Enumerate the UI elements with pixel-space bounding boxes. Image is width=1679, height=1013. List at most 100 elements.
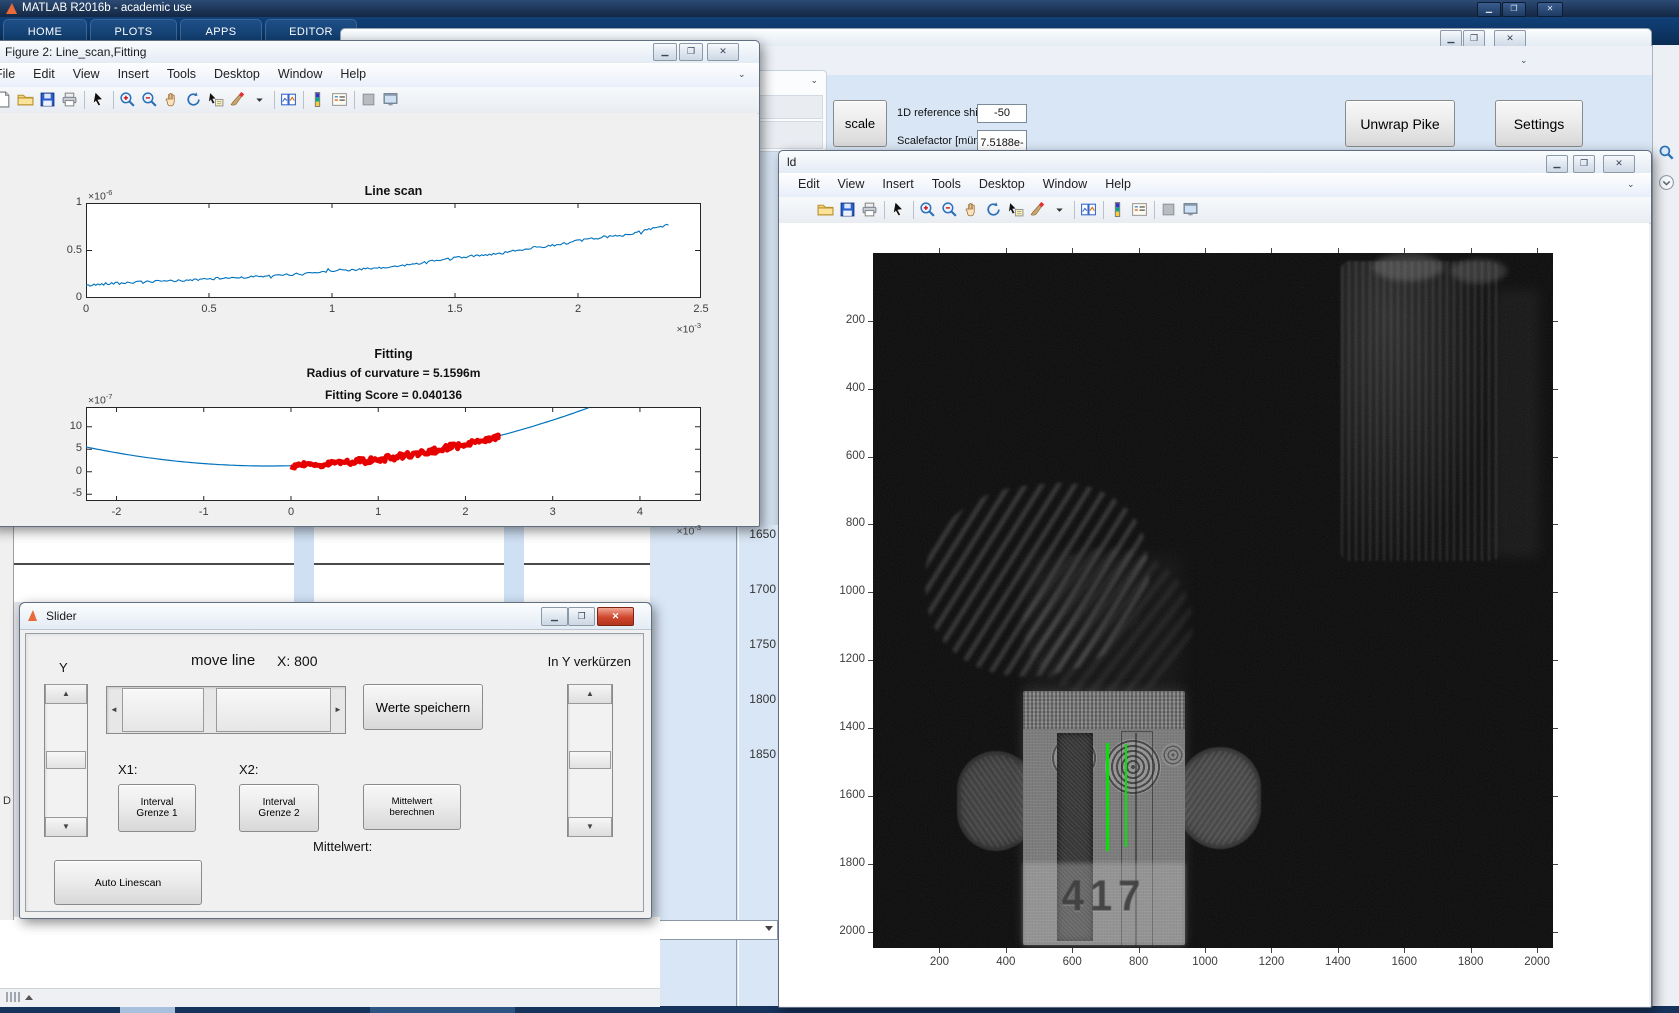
monitor-icon[interactable] [1181,200,1201,220]
grip[interactable] [18,992,20,1002]
datatip-icon[interactable] [206,90,226,110]
folder-icon[interactable] [816,200,836,220]
menu-view[interactable]: View [64,63,109,81]
colorbar-icon[interactable] [308,90,328,110]
slider-thumb[interactable] [569,751,611,769]
rotate-icon[interactable] [984,200,1004,220]
link-icon[interactable] [279,90,299,110]
print-icon[interactable] [60,90,80,110]
move-line-slider[interactable]: ◄ ► [106,686,346,734]
link-icon[interactable] [1079,200,1099,220]
grip[interactable] [10,992,12,1002]
taskbar-item[interactable] [370,1007,515,1013]
hidden-dropdown[interactable] [652,920,778,940]
print-icon[interactable] [860,200,880,220]
close-button[interactable]: ✕ [1537,2,1563,17]
slider-up-arrow[interactable]: ▲ [45,684,87,704]
panel-chevron-icon[interactable]: ⌄ [810,75,818,86]
minimize-button[interactable]: ▁ [1477,2,1501,17]
settings-button[interactable]: Settings [1495,100,1583,147]
slider-minimize-button[interactable]: ▁ [541,607,568,626]
menu-chevron-icon[interactable]: ⌄ [738,69,746,80]
werte-speichern-button[interactable]: Werte speichern [363,684,483,730]
scale-button[interactable]: scale [833,100,887,147]
menu-desktop[interactable]: Desktop [970,173,1034,191]
zoom-out-icon[interactable] [140,90,160,110]
interval-grenze2-button[interactable]: Interval Grenze 2 [239,784,319,832]
caret-down-icon[interactable] [1050,200,1070,220]
menu-view[interactable]: View [829,173,874,191]
new-doc-icon[interactable] [0,90,14,110]
image-close-button[interactable]: ✕ [1603,155,1635,173]
pan-icon[interactable] [962,200,982,220]
slider-track-block[interactable] [122,688,204,732]
phase-image[interactable]: 417 [873,253,1553,948]
menu-insert[interactable]: Insert [109,63,158,81]
interval-grenze1-button[interactable]: Interval Grenze 1 [118,784,196,832]
folder-icon[interactable] [16,90,36,110]
menu-tools[interactable]: Tools [923,173,970,191]
slider-down-arrow[interactable]: ▼ [45,817,87,837]
restore-button[interactable]: ❐ [1502,2,1526,17]
figure2-restore-button[interactable]: ❐ [679,43,703,61]
datatip-icon[interactable] [1006,200,1026,220]
auto-linescan-button[interactable]: Auto Linescan [54,860,202,905]
menu-help[interactable]: Help [1096,173,1140,191]
scalefactor-field[interactable]: 7.5188e-06 [977,130,1027,173]
slider-restore-button[interactable]: ❐ [568,607,595,626]
measurement-line-1[interactable] [1106,743,1109,851]
save-icon[interactable] [838,200,858,220]
cursor-icon[interactable] [89,90,109,110]
chevron-down-circle-icon[interactable] [1658,174,1675,196]
brush-icon[interactable] [1028,200,1048,220]
figure2-close-button[interactable]: ✕ [707,43,739,61]
menu-desktop[interactable]: Desktop [205,63,269,81]
y-slider[interactable]: ▲ ▼ [44,684,88,837]
measurement-line-2[interactable] [1125,744,1127,847]
shorten-slider[interactable]: ▲ ▼ [567,684,613,837]
taskbar-item[interactable] [120,1006,175,1013]
caret-down-icon[interactable] [250,90,270,110]
slider-up-arrow[interactable]: ▲ [568,684,612,704]
zoom-out-icon[interactable] [940,200,960,220]
zoom-in-icon[interactable] [118,90,138,110]
slider-thumb[interactable] [46,751,86,769]
menu-file[interactable]: File [0,63,24,81]
menu-window[interactable]: Window [269,63,331,81]
slider-track-block[interactable] [216,688,331,732]
grip[interactable] [14,992,16,1002]
pan-icon[interactable] [162,90,182,110]
search-icon[interactable] [1658,144,1675,166]
menu-window[interactable]: Window [1034,173,1096,191]
cursor-icon[interactable] [889,200,909,220]
mittelwert-berechnen-button[interactable]: Mittelwert berechnen [363,784,461,830]
menu-tools[interactable]: Tools [158,63,205,81]
collapse-ribbon-icon[interactable]: ⌄ [1520,55,1528,66]
grip-arrow-icon[interactable] [25,995,33,1000]
grip[interactable] [6,992,8,1002]
gray-square-icon[interactable] [1159,200,1179,220]
image-restore-button[interactable]: ❐ [1573,155,1595,173]
colorbar-icon[interactable] [1108,200,1128,220]
figure2-minimize-button[interactable]: ▁ [653,43,677,61]
monitor-icon[interactable] [381,90,401,110]
unwrap-pike-button[interactable]: Unwrap Pike [1345,100,1455,147]
ref-shift-field[interactable]: -50 [977,104,1027,123]
menu-help[interactable]: Help [331,63,375,81]
slider-down-arrow[interactable]: ▼ [568,817,612,837]
gray-square-icon[interactable] [359,90,379,110]
brush-icon[interactable] [228,90,248,110]
zoom-in-icon[interactable] [918,200,938,220]
slider-right-arrow[interactable]: ► [331,687,345,733]
menu-insert[interactable]: Insert [873,173,922,191]
image-minimize-button[interactable]: ▁ [1546,155,1568,173]
docked-panel-edge[interactable]: D [0,527,14,920]
legend-icon[interactable] [330,90,350,110]
slider-left-arrow[interactable]: ◄ [107,687,121,733]
save-icon[interactable] [38,90,58,110]
menu-edit[interactable]: Edit [24,63,64,81]
menu-edit[interactable]: Edit [789,173,829,191]
menu-chevron-icon[interactable]: ⌄ [1627,179,1635,190]
slider-close-button[interactable]: ✕ [597,607,634,626]
legend-icon[interactable] [1130,200,1150,220]
